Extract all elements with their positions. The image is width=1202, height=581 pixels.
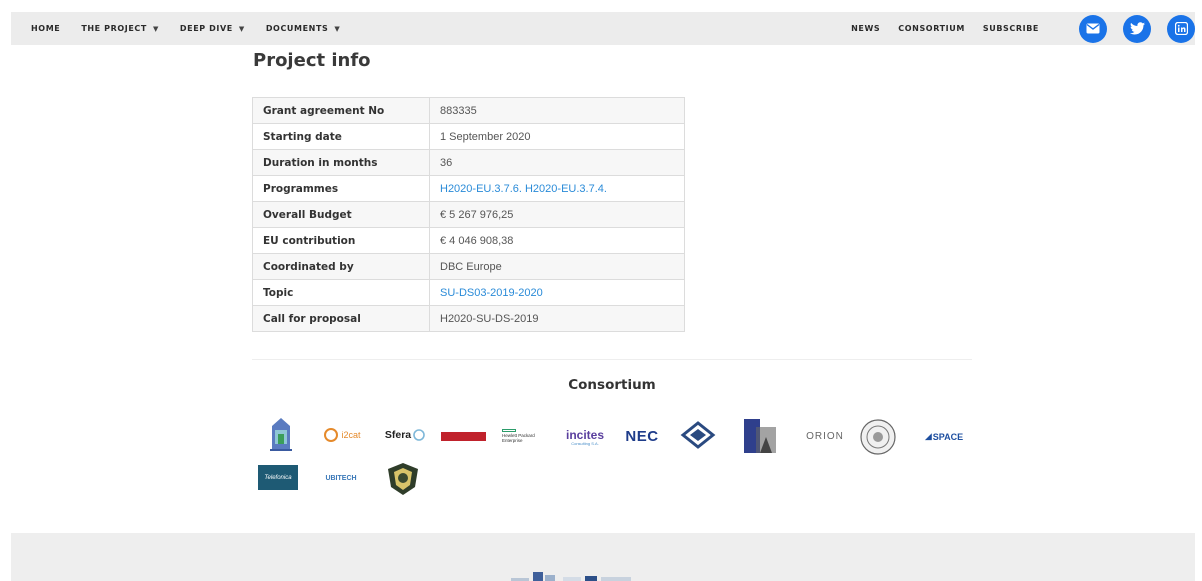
info-value: H2020-SU-DS-2019 (429, 305, 685, 332)
nav-the-project-label: THE PROJECT (81, 24, 147, 33)
table-row: Coordinated by DBC Europe (252, 253, 685, 280)
nav-documents-label: DOCUMENTS (265, 24, 329, 33)
nav-consortium[interactable]: CONSORTIUM (898, 24, 965, 33)
info-value: 36 (429, 149, 685, 176)
info-key: Duration in months (252, 149, 430, 176)
footer-logo (511, 569, 681, 581)
i2cat-text: i2cat (341, 430, 361, 440)
info-key: EU contribution (252, 227, 430, 254)
partner-logo-nec[interactable]: NEC (622, 427, 662, 445)
ubitech-text: UBITECH (325, 474, 357, 482)
info-key: Overall Budget (252, 201, 430, 228)
info-key: Grant agreement No (252, 97, 430, 124)
nav-news[interactable]: NEWS (851, 24, 880, 33)
hpe-text-line2: Enterprise (502, 438, 523, 443)
space-triangle-icon: ◢ (924, 432, 932, 442)
info-value-link[interactable]: SU-DS03-2019-2020 (429, 279, 685, 306)
nav-consortium-label: CONSORTIUM (898, 24, 965, 33)
partner-logo-telefonica[interactable]: Telefonica (258, 465, 298, 490)
table-row: EU contribution € 4 046 908,38 (252, 227, 685, 254)
partner-logo-orion[interactable]: ORION (802, 428, 848, 444)
table-row: Starting date 1 September 2020 (252, 123, 685, 150)
nav-left-group: HOME THE PROJECT ▼ DEEP DIVE ▼ DOCUMENTS ▼ (11, 12, 361, 45)
info-key: Programmes (252, 175, 430, 202)
telefonica-text: Telefonica (264, 474, 292, 481)
table-row: Duration in months 36 (252, 149, 685, 176)
nav-home[interactable]: HOME (31, 24, 60, 33)
info-value: € 5 267 976,25 (429, 201, 685, 228)
space-text: SPACE (932, 432, 964, 442)
info-value-link[interactable]: H2020-EU.3.7.6. H2020-EU.3.7.4. (429, 175, 685, 202)
info-value: 1 September 2020 (429, 123, 685, 150)
nav-documents[interactable]: DOCUMENTS ▼ (266, 24, 341, 33)
sfera-text: Sfera (384, 429, 412, 441)
info-key: Topic (252, 279, 430, 306)
partner-logo-hpe[interactable]: Hewlett Packard Enterprise (502, 427, 548, 445)
orion-text: ORION (806, 430, 844, 442)
nav-subscribe[interactable]: SUBSCRIBE (983, 24, 1039, 33)
table-row: Overall Budget € 5 267 976,25 (252, 201, 685, 228)
project-info-table: Grant agreement No 883335 Starting date 1 S… (252, 97, 685, 332)
nec-text: NEC (625, 427, 659, 445)
incites-subtext: Consulting S.A. (571, 440, 599, 446)
linkedin-icon[interactable] (1167, 14, 1195, 43)
nav-right-group: NEWS CONSORTIUM SUBSCRIBE (851, 12, 1195, 45)
twitter-icon[interactable] (1123, 14, 1151, 43)
table-row: Call for proposal H2020-SU-DS-2019 (252, 305, 685, 332)
email-icon[interactable] (1079, 14, 1107, 43)
partner-logo-building[interactable] (268, 416, 294, 452)
nav-news-label: NEWS (851, 24, 881, 33)
info-key: Coordinated by (252, 253, 430, 280)
section-divider (252, 359, 972, 360)
page-title: Project info (253, 50, 371, 71)
nav-subscribe-label: SUBSCRIBE (982, 24, 1039, 33)
page-footer (11, 533, 1195, 581)
table-row: Topic SU-DS03-2019-2020 (252, 279, 685, 306)
partner-logo-sfera[interactable]: Sfera (382, 426, 428, 444)
chevron-down-icon: ▼ (152, 24, 159, 33)
info-value: 883335 (429, 97, 685, 124)
partner-logo-ubitech[interactable]: UBITECH (320, 472, 362, 484)
partner-logo-red-bar[interactable] (441, 432, 486, 441)
table-row: Grant agreement No 883335 (252, 97, 685, 124)
nav-deep-dive-label: DEEP DIVE (179, 24, 233, 33)
table-row: Programmes H2020-EU.3.7.6. H2020-EU.3.7.4… (252, 175, 685, 202)
top-navbar: HOME THE PROJECT ▼ DEEP DIVE ▼ DOCUMENTS ▼ … (11, 12, 1195, 45)
info-value: € 4 046 908,38 (429, 227, 685, 254)
nav-the-project[interactable]: THE PROJECT ▼ (81, 24, 159, 33)
incites-text: incites (565, 427, 604, 442)
partner-logo-university-crest[interactable] (742, 417, 784, 457)
partner-logo-incites[interactable]: incites Consulting S.A. (562, 426, 608, 448)
partner-logo-i2cat[interactable]: i2cat (316, 427, 368, 443)
info-key: Call for proposal (252, 305, 430, 332)
info-key: Starting date (252, 123, 430, 150)
consortium-heading: Consortium (568, 377, 656, 393)
social-links (1079, 14, 1195, 43)
partner-logo-police-badge[interactable] (385, 461, 421, 497)
info-value: DBC Europe (429, 253, 685, 280)
partner-logo-space[interactable]: ◢ SPACE (920, 430, 968, 444)
chevron-down-icon: ▼ (334, 24, 341, 33)
partner-logo-seal[interactable] (859, 418, 897, 456)
chevron-down-icon: ▼ (238, 24, 245, 33)
nav-home-label: HOME (31, 24, 61, 33)
partner-logo-spiral[interactable] (680, 420, 716, 450)
nav-deep-dive[interactable]: DEEP DIVE ▼ (180, 24, 245, 33)
